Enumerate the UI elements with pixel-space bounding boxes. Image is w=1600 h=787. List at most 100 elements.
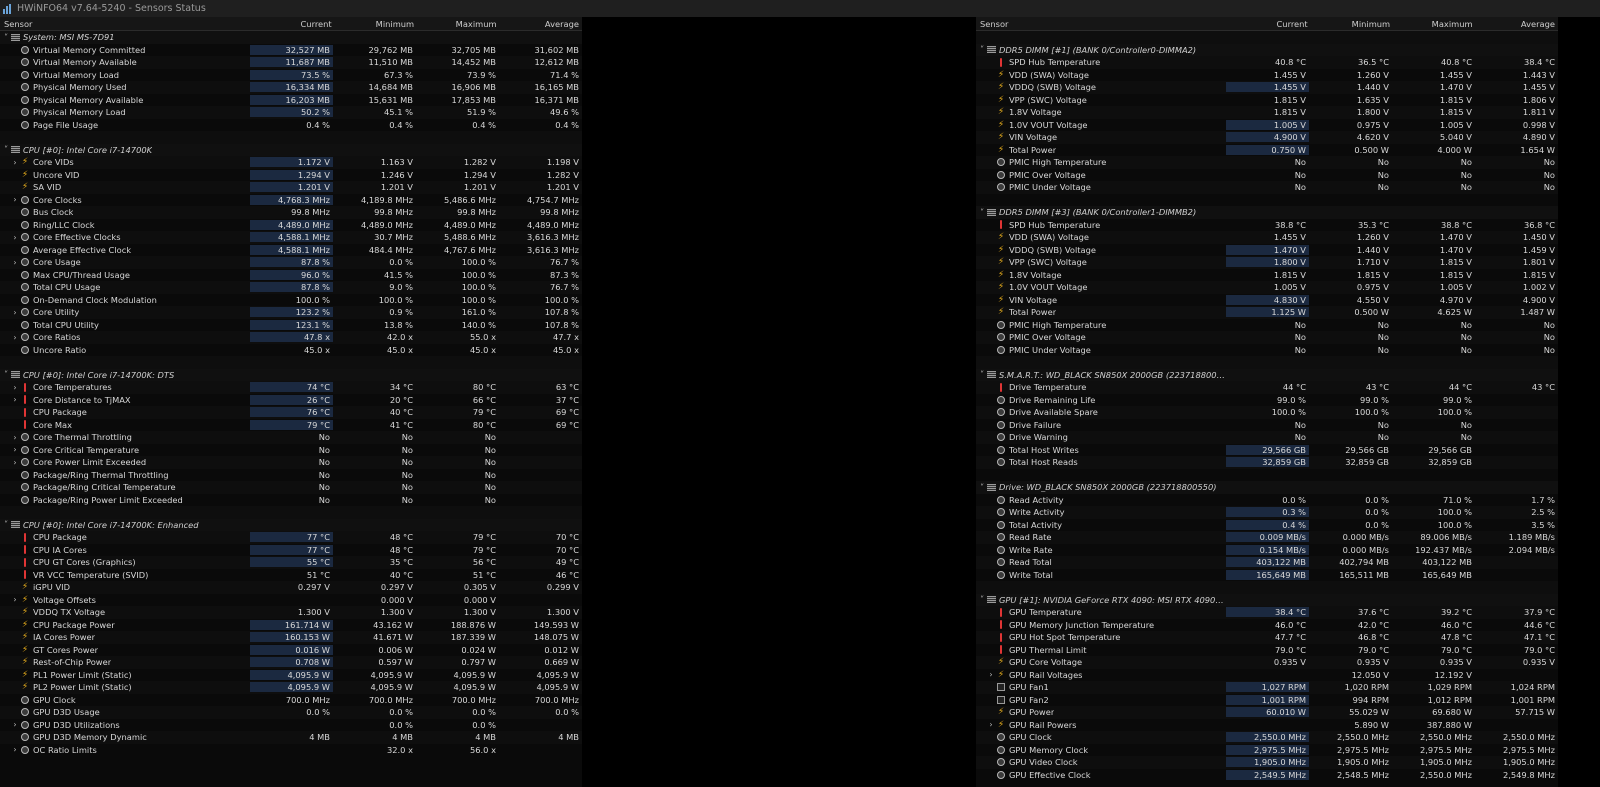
sensor-row[interactable]: GPU D3D Memory Dynamic 4 MB 4 MB 4 MB 4 MB xyxy=(0,731,582,744)
sensor-row[interactable]: › Core Thermal Throttling No No No xyxy=(0,431,582,444)
sensor-row[interactable]: ⚡ Total Power 1.125 W 0.500 W 4.625 W 1.487 W xyxy=(976,306,1558,319)
sensor-row[interactable]: PMIC High Temperature No No No No xyxy=(976,156,1558,169)
sensor-row[interactable]: › Core Clocks 4,768.3 MHz 4,189.8 MHz 5,486.… xyxy=(0,194,582,207)
expand-chevron-icon[interactable]: › xyxy=(10,258,20,267)
sensor-row[interactable]: ⚡ Uncore VID 1.294 V 1.246 V 1.294 V 1.282 V xyxy=(0,169,582,182)
column-header-average[interactable]: Average xyxy=(1476,19,1558,29)
sensor-row[interactable]: Package/Ring Thermal Throttling No No No xyxy=(0,469,582,482)
sensor-row[interactable]: PMIC Over Voltage No No No No xyxy=(976,169,1558,182)
sensor-row[interactable]: ⚡ GPU Power 60.010 W 55.029 W 69.680 W 57.715… xyxy=(976,706,1558,719)
sensor-row[interactable]: CPU GT Cores (Graphics) 55 °C 35 °C 56 °C 49… xyxy=(0,556,582,569)
sensor-row[interactable]: Total CPU Usage 87.8 % 9.0 % 100.0 % 76.7 % xyxy=(0,281,582,294)
sensor-row[interactable]: Virtual Memory Committed 32,527 MB 29,762 … xyxy=(0,44,582,57)
sensor-row[interactable]: Core Max 79 °C 41 °C 80 °C 69 °C xyxy=(0,419,582,432)
sensors-pane-left[interactable]: Sensor Current Minimum Maximum Average ˅… xyxy=(0,17,582,787)
sensor-row[interactable]: ⚡ PL1 Power Limit (Static) 4,095.9 W 4,095.… xyxy=(0,669,582,682)
sensor-row[interactable]: Drive Temperature 44 °C 43 °C 44 °C 43 °C xyxy=(976,381,1558,394)
sensor-row[interactable]: Write Rate 0.154 MB/s 0.000 MB/s 192.437 MB… xyxy=(976,544,1558,557)
sensor-group-header[interactable]: ˅ CPU [#0]: Intel Core i7-14700K: Enhance… xyxy=(0,518,582,531)
sensor-row[interactable]: PMIC Over Voltage No No No No xyxy=(976,331,1558,344)
expand-chevron-icon[interactable]: › xyxy=(10,745,20,754)
sensor-row[interactable]: GPU Clock 2,550.0 MHz 2,550.0 MHz 2,550.0 M… xyxy=(976,731,1558,744)
sensor-row[interactable]: › ⚡ Core VIDs 1.172 V 1.163 V 1.282 V 1.198 V xyxy=(0,156,582,169)
sensor-row[interactable]: › GPU D3D Utilizations 0.0 % 0.0 % xyxy=(0,719,582,732)
sensor-row[interactable]: › Core Critical Temperature No No No xyxy=(0,444,582,457)
expand-chevron-icon[interactable]: › xyxy=(10,445,20,454)
sensor-row[interactable]: ⚡ Total Power 0.750 W 0.500 W 4.000 W 1.654 W xyxy=(976,144,1558,157)
sensor-row[interactable]: VR VCC Temperature (SVID) 51 °C 40 °C 51 °C… xyxy=(0,569,582,582)
sensor-row[interactable]: Write Activity 0.3 % 0.0 % 100.0 % 2.5 % xyxy=(976,506,1558,519)
sensor-row[interactable]: Physical Memory Available 16,203 MB 15,631… xyxy=(0,94,582,107)
sensor-group-header[interactable]: ˅ CPU [#0]: Intel Core i7-14700K xyxy=(0,143,582,156)
sensor-row[interactable]: Physical Memory Load 50.2 % 45.1 % 51.9 % 49… xyxy=(0,106,582,119)
column-header-sensor[interactable]: Sensor xyxy=(976,19,1228,29)
sensor-row[interactable]: GPU Temperature 38.4 °C 37.6 °C 39.2 °C 37.9… xyxy=(976,606,1558,619)
sensor-row[interactable]: Total Host Reads 32,859 GB 32,859 GB 32,859… xyxy=(976,456,1558,469)
expand-chevron-icon[interactable]: › xyxy=(986,670,996,679)
sensor-row[interactable]: SPD Hub Temperature 38.8 °C 35.3 °C 38.8 °C… xyxy=(976,219,1558,232)
column-header-sensor[interactable]: Sensor xyxy=(0,19,252,29)
sensor-row[interactable]: › Core Effective Clocks 4,588.1 MHz 30.7 MH… xyxy=(0,231,582,244)
sensor-row[interactable]: › ⚡ GPU Rail Powers 5.890 W 387.880 W xyxy=(976,719,1558,732)
sensor-row[interactable]: Total Activity 0.4 % 0.0 % 100.0 % 3.5 % xyxy=(976,519,1558,532)
sensor-row[interactable]: GPU Fan2 1,001 RPM 994 RPM 1,012 RPM 1,001 R… xyxy=(976,694,1558,707)
sensor-row[interactable]: Virtual Memory Available 11,687 MB 11,510 … xyxy=(0,56,582,69)
sensor-group-header[interactable]: ˅ DDR5 DIMM [#3] (BANK 0/Controller1-DIMM… xyxy=(976,206,1558,219)
sensor-group-header[interactable]: ˅ S.M.A.R.T.: WD_BLACK SN850X 2000GB (223… xyxy=(976,368,1558,381)
sensor-row[interactable]: ⚡ VDDQ TX Voltage 1.300 V 1.300 V 1.300 V 1.3… xyxy=(0,606,582,619)
column-header-current[interactable]: Current xyxy=(1228,19,1310,29)
sensor-row[interactable]: ⚡ CPU Package Power 161.714 W 43.162 W 188.8… xyxy=(0,619,582,632)
sensor-row[interactable]: ⚡ VPP (SWC) Voltage 1.800 V 1.710 V 1.815 V 1… xyxy=(976,256,1558,269)
sensor-group-header[interactable]: ˅ GPU [#1]: NVIDIA GeForce RTX 4090: MSI … xyxy=(976,593,1558,606)
sensor-row[interactable]: ⚡ VDD (SWA) Voltage 1.455 V 1.260 V 1.455 V 1… xyxy=(976,69,1558,82)
sensor-row[interactable]: GPU Memory Clock 2,975.5 MHz 2,975.5 MHz 2,… xyxy=(976,744,1558,757)
sensor-row[interactable]: ⚡ VDD (SWA) Voltage 1.455 V 1.260 V 1.470 V 1… xyxy=(976,231,1558,244)
sensor-row[interactable]: PMIC High Temperature No No No No xyxy=(976,319,1558,332)
sensor-row[interactable]: ⚡ 1.0V VOUT Voltage 1.005 V 0.975 V 1.005 V 0… xyxy=(976,119,1558,132)
sensor-row[interactable]: Virtual Memory Load 73.5 % 67.3 % 73.9 % 71.… xyxy=(0,69,582,82)
sensor-row[interactable]: › ⚡ Voltage Offsets 0.000 V 0.000 V xyxy=(0,594,582,607)
sensor-row[interactable]: ⚡ Rest-of-Chip Power 0.708 W 0.597 W 0.797 W… xyxy=(0,656,582,669)
sensor-row[interactable]: ⚡ 1.0V VOUT Voltage 1.005 V 0.975 V 1.005 V 1… xyxy=(976,281,1558,294)
sensor-row[interactable]: CPU IA Cores 77 °C 48 °C 79 °C 70 °C xyxy=(0,544,582,557)
sensor-row[interactable]: Package/Ring Power Limit Exceeded No No No xyxy=(0,494,582,507)
sensor-row[interactable]: GPU D3D Usage 0.0 % 0.0 % 0.0 % 0.0 % xyxy=(0,706,582,719)
sensor-row[interactable]: CPU Package 76 °C 40 °C 79 °C 69 °C xyxy=(0,406,582,419)
sensor-row[interactable]: CPU Package 77 °C 48 °C 79 °C 70 °C xyxy=(0,531,582,544)
expand-chevron-icon[interactable]: › xyxy=(10,595,20,604)
sensor-row[interactable]: GPU Thermal Limit 79.0 °C 79.0 °C 79.0 °C 79… xyxy=(976,644,1558,657)
column-header-minimum[interactable]: Minimum xyxy=(335,19,417,29)
sensor-row[interactable]: › Core Ratios 47.8 x 42.0 x 55.0 x 47.7 x xyxy=(0,331,582,344)
sensor-row[interactable]: SPD Hub Temperature 40.8 °C 36.5 °C 40.8 °C… xyxy=(976,56,1558,69)
sensor-row[interactable]: › Core Utility 123.2 % 0.9 % 161.0 % 107.8 % xyxy=(0,306,582,319)
sensor-row[interactable]: ⚡ SA VID 1.201 V 1.201 V 1.201 V 1.201 V xyxy=(0,181,582,194)
sensor-row[interactable]: GPU Effective Clock 2,549.5 MHz 2,548.5 MH… xyxy=(976,769,1558,782)
sensor-row[interactable]: ⚡ IA Cores Power 160.153 W 41.671 W 187.339 … xyxy=(0,631,582,644)
collapse-chevron-icon[interactable]: ˅ xyxy=(0,520,10,529)
sensor-row[interactable]: ⚡ VIN Voltage 4.900 V 4.620 V 5.040 V 4.890 V xyxy=(976,131,1558,144)
sensor-row[interactable]: GPU Clock 700.0 MHz 700.0 MHz 700.0 MHz 700.… xyxy=(0,694,582,707)
sensor-row[interactable]: Ring/LLC Clock 4,489.0 MHz 4,489.0 MHz 4,48… xyxy=(0,219,582,232)
sensor-row[interactable]: › Core Usage 87.8 % 0.0 % 100.0 % 76.7 % xyxy=(0,256,582,269)
column-header-average[interactable]: Average xyxy=(500,19,582,29)
sensor-row[interactable]: Read Total 403,122 MB 402,794 MB 403,122 MB xyxy=(976,556,1558,569)
collapse-chevron-icon[interactable]: ˅ xyxy=(0,370,10,379)
column-header-minimum[interactable]: Minimum xyxy=(1311,19,1393,29)
sensor-row[interactable]: ⚡ PL2 Power Limit (Static) 4,095.9 W 4,095.… xyxy=(0,681,582,694)
sensor-row[interactable]: ⚡ VDDQ (SWB) Voltage 1.455 V 1.440 V 1.470 V… xyxy=(976,81,1558,94)
sensor-group-header[interactable]: ˅ Drive: WD_BLACK SN850X 2000GB (22371880… xyxy=(976,481,1558,494)
sensor-row[interactable]: ⚡ iGPU VID 0.297 V 0.297 V 0.305 V 0.299 V xyxy=(0,581,582,594)
expand-chevron-icon[interactable]: › xyxy=(10,720,20,729)
sensor-group-header[interactable]: ˅ CPU [#0]: Intel Core i7-14700K: DTS xyxy=(0,368,582,381)
sensor-row[interactable]: Drive Remaining Life 99.0 % 99.0 % 99.0 % xyxy=(976,394,1558,407)
expand-chevron-icon[interactable]: › xyxy=(10,158,20,167)
expand-chevron-icon[interactable]: › xyxy=(10,383,20,392)
expand-chevron-icon[interactable]: › xyxy=(986,720,996,729)
sensor-group-header[interactable]: ˅ System: MSI MS-7D91 xyxy=(0,31,582,44)
sensor-row[interactable]: ⚡ 1.8V Voltage 1.815 V 1.800 V 1.815 V 1.811 … xyxy=(976,106,1558,119)
expand-chevron-icon[interactable]: › xyxy=(10,458,20,467)
sensor-row[interactable]: GPU Hot Spot Temperature 47.7 °C 46.8 °C 47… xyxy=(976,631,1558,644)
collapse-chevron-icon[interactable]: ˅ xyxy=(976,45,986,54)
collapse-chevron-icon[interactable]: ˅ xyxy=(0,145,10,154)
expand-chevron-icon[interactable]: › xyxy=(10,308,20,317)
